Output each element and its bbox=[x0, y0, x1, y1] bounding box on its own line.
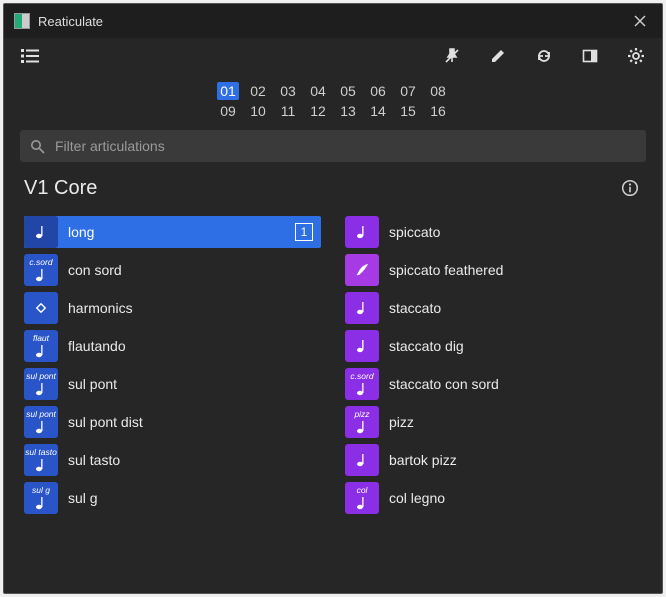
articulation-label: col legno bbox=[389, 490, 636, 506]
articulation-chip bbox=[345, 444, 379, 476]
channel-14[interactable]: 14 bbox=[367, 102, 389, 120]
articulation-row[interactable]: staccato bbox=[345, 292, 642, 324]
toolbar bbox=[4, 38, 662, 74]
articulation-row[interactable]: long 1 bbox=[24, 216, 321, 248]
articulation-chip: sul pont bbox=[24, 368, 58, 400]
channel-grid: 01 02 03 04 05 06 07 08 09 10 11 12 13 14 15 16 bbox=[4, 82, 662, 120]
dock-button[interactable] bbox=[576, 42, 604, 70]
channel-01[interactable]: 01 bbox=[217, 82, 239, 100]
pin-off-icon bbox=[444, 48, 460, 64]
articulation-chip: pizz bbox=[345, 406, 379, 438]
sync-icon bbox=[536, 48, 552, 64]
articulation-label: sul pont dist bbox=[68, 414, 315, 430]
articulation-label: harmonics bbox=[68, 300, 315, 316]
articulation-row[interactable]: c.sord staccato con sord bbox=[345, 368, 642, 400]
articulation-label: spiccato bbox=[389, 224, 636, 240]
articulation-chip: sul pont bbox=[24, 406, 58, 438]
titlebar: Reaticulate bbox=[4, 4, 662, 38]
list-icon bbox=[21, 49, 39, 63]
articulation-chip bbox=[345, 330, 379, 362]
articulation-chip: sul tasto bbox=[24, 444, 58, 476]
articulation-label: staccato bbox=[389, 300, 636, 316]
articulation-label: staccato con sord bbox=[389, 376, 636, 392]
articulation-row[interactable]: sul pont sul pont bbox=[24, 368, 321, 400]
articulation-chip: sul g bbox=[24, 482, 58, 514]
app-icon bbox=[14, 13, 30, 29]
articulation-row[interactable]: sul tasto sul tasto bbox=[24, 444, 321, 476]
edit-button[interactable] bbox=[484, 42, 512, 70]
articulation-label: sul g bbox=[68, 490, 315, 506]
articulation-row[interactable]: harmonics bbox=[24, 292, 321, 324]
articulation-label: pizz bbox=[389, 414, 636, 430]
channel-09[interactable]: 09 bbox=[217, 102, 239, 120]
articulation-row[interactable]: c.sord con sord bbox=[24, 254, 321, 286]
articulation-chip bbox=[24, 216, 58, 248]
articulation-grid: long 1 c.sord con sord harmonics flaut flautan… bbox=[4, 210, 662, 534]
articulation-chip: col bbox=[345, 482, 379, 514]
search-icon bbox=[30, 139, 45, 154]
articulation-chip: c.sord bbox=[345, 368, 379, 400]
window-title: Reaticulate bbox=[38, 14, 628, 29]
articulation-chip bbox=[345, 216, 379, 248]
info-button[interactable] bbox=[618, 176, 642, 200]
channel-05[interactable]: 05 bbox=[337, 82, 359, 100]
articulation-row[interactable]: spiccato feathered bbox=[345, 254, 642, 286]
pencil-icon bbox=[490, 48, 506, 64]
channel-13[interactable]: 13 bbox=[337, 102, 359, 120]
channel-04[interactable]: 04 bbox=[307, 82, 329, 100]
articulation-row[interactable]: sul g sul g bbox=[24, 482, 321, 514]
channel-row-1: 01 02 03 04 05 06 07 08 bbox=[217, 82, 449, 100]
articulation-chip bbox=[24, 292, 58, 324]
settings-button[interactable] bbox=[622, 42, 650, 70]
articulation-row[interactable]: col col legno bbox=[345, 482, 642, 514]
channel-03[interactable]: 03 bbox=[277, 82, 299, 100]
close-button[interactable] bbox=[628, 15, 652, 27]
pin-button[interactable] bbox=[438, 42, 466, 70]
articulation-chip: flaut bbox=[24, 330, 58, 362]
articulation-label: spiccato feathered bbox=[389, 262, 636, 278]
search-input[interactable] bbox=[55, 138, 636, 154]
section-header: V1 Core bbox=[4, 176, 662, 210]
articulation-chip bbox=[345, 292, 379, 324]
gear-icon bbox=[627, 47, 645, 65]
articulation-row[interactable]: spiccato bbox=[345, 216, 642, 248]
articulation-row[interactable]: flaut flautando bbox=[24, 330, 321, 362]
articulation-row[interactable]: pizz pizz bbox=[345, 406, 642, 438]
articulation-label: bartok pizz bbox=[389, 452, 636, 468]
channel-06[interactable]: 06 bbox=[367, 82, 389, 100]
list-view-button[interactable] bbox=[16, 42, 44, 70]
section-title: V1 Core bbox=[24, 177, 610, 200]
panel-icon bbox=[582, 48, 598, 64]
channel-10[interactable]: 10 bbox=[247, 102, 269, 120]
articulation-row[interactable]: bartok pizz bbox=[345, 444, 642, 476]
articulation-label: con sord bbox=[68, 262, 315, 278]
close-icon bbox=[634, 15, 646, 27]
channel-15[interactable]: 15 bbox=[397, 102, 419, 120]
channel-02[interactable]: 02 bbox=[247, 82, 269, 100]
articulation-label: long bbox=[68, 224, 285, 240]
search-bar[interactable] bbox=[20, 130, 646, 162]
channel-16[interactable]: 16 bbox=[427, 102, 449, 120]
sync-button[interactable] bbox=[530, 42, 558, 70]
app-window: Reaticulate bbox=[3, 3, 663, 594]
channel-11[interactable]: 11 bbox=[277, 102, 299, 120]
articulation-label: sul tasto bbox=[68, 452, 315, 468]
articulation-label: sul pont bbox=[68, 376, 315, 392]
articulation-column-left: long 1 c.sord con sord harmonics flaut flautan… bbox=[24, 216, 321, 514]
channel-row-2: 09 10 11 12 13 14 15 16 bbox=[217, 102, 449, 120]
articulation-chip bbox=[345, 254, 379, 286]
info-icon bbox=[621, 179, 639, 197]
channel-12[interactable]: 12 bbox=[307, 102, 329, 120]
articulation-label: staccato dig bbox=[389, 338, 636, 354]
articulation-row[interactable]: staccato dig bbox=[345, 330, 642, 362]
articulation-row[interactable]: sul pont sul pont dist bbox=[24, 406, 321, 438]
articulation-shortcut-badge: 1 bbox=[295, 223, 313, 241]
articulation-label: flautando bbox=[68, 338, 315, 354]
articulation-chip: c.sord bbox=[24, 254, 58, 286]
articulation-column-right: spiccato spiccato feathered staccato stacca… bbox=[345, 216, 642, 514]
channel-07[interactable]: 07 bbox=[397, 82, 419, 100]
channel-08[interactable]: 08 bbox=[427, 82, 449, 100]
